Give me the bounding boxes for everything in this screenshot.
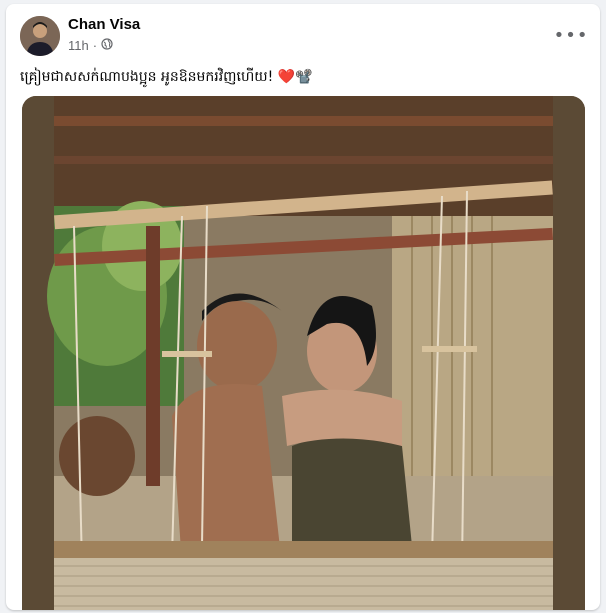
avatar-image bbox=[20, 16, 60, 56]
post-caption: គ្រៀមជាសសក់ណាបងប្អូន អូនឱនមករវិញហើយ! ❤️📽… bbox=[20, 66, 586, 88]
globe-icon bbox=[101, 38, 113, 53]
caption-emoji: ❤️📽️ bbox=[277, 69, 313, 85]
post-photo[interactable] bbox=[22, 96, 585, 610]
post-card: Chan Visa 11h · ••• គ្រៀមជាសសក់ណាបងប្អូន… bbox=[6, 4, 600, 610]
author-name[interactable]: Chan Visa bbox=[68, 16, 140, 33]
more-options-icon: ••• bbox=[553, 24, 589, 46]
post-meta: 11h · bbox=[68, 38, 113, 53]
more-options-button[interactable]: ••• bbox=[553, 20, 589, 50]
avatar[interactable] bbox=[20, 16, 60, 56]
caption-text: គ្រៀមជាសសក់ណាបងប្អូន អូនឱនមករវិញហើយ! bbox=[20, 69, 274, 85]
photo-image bbox=[22, 96, 585, 610]
post-time[interactable]: 11h bbox=[68, 38, 89, 53]
meta-separator: · bbox=[92, 38, 98, 53]
